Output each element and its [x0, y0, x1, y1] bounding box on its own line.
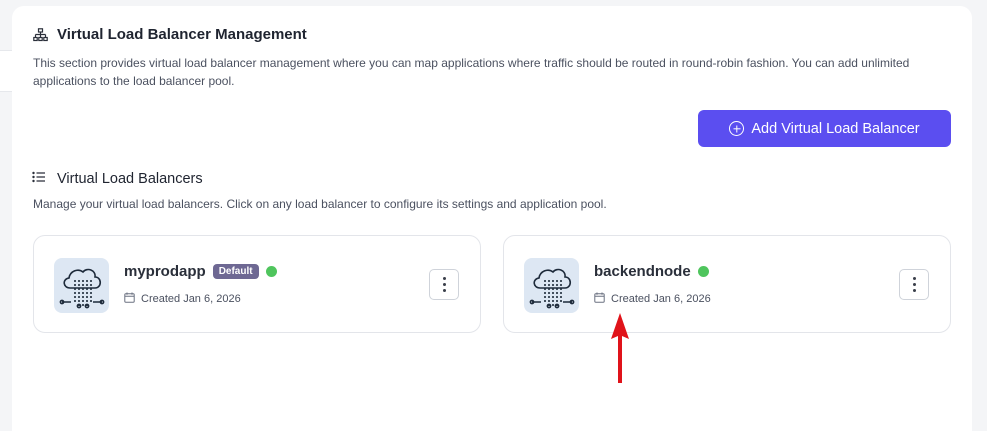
load-balancer-panel: Virtual Load Balancer Management This se… — [12, 6, 972, 431]
list-header: Virtual Load Balancers — [32, 170, 203, 188]
load-balancer-card[interactable]: backendnode Created Jan 6, 2026 — [503, 235, 951, 333]
more-vertical-icon-dot — [442, 289, 446, 292]
balancer-name: myprodapp — [124, 263, 206, 280]
card-name-row: myprodapp Default — [124, 263, 277, 280]
annotation-arrow-icon — [611, 313, 629, 383]
plus-circle-icon — [729, 121, 745, 136]
section-description: This section provides virtual load balan… — [33, 56, 910, 88]
section-header: Virtual Load Balancer Management — [32, 26, 307, 43]
load-balancer-card[interactable]: myprodapp Default Created Jan 6, 2026 — [33, 235, 481, 333]
list-icon — [32, 170, 46, 188]
created-date-text: Created Jan 6, 2026 — [611, 293, 711, 305]
balancer-name: backendnode — [594, 263, 691, 280]
cloud-network-icon — [54, 258, 109, 313]
created-date-text: Created Jan 6, 2026 — [141, 293, 241, 305]
sitemap-icon — [32, 27, 48, 43]
add-virtual-load-balancer-button[interactable]: Add Virtual Load Balancer — [698, 110, 951, 147]
more-vertical-icon-dot — [912, 283, 916, 286]
list-description: Manage your virtual load balancers. Clic… — [33, 197, 607, 211]
more-vertical-icon-dot — [912, 289, 916, 292]
calendar-icon — [124, 292, 135, 306]
created-date: Created Jan 6, 2026 — [124, 292, 241, 306]
section-title: Virtual Load Balancer Management — [57, 26, 307, 43]
background-strip — [0, 50, 12, 92]
more-vertical-icon — [912, 277, 916, 280]
default-badge: Default — [212, 264, 259, 279]
more-vertical-icon — [442, 277, 446, 280]
more-options-button[interactable] — [429, 269, 459, 300]
cloud-network-icon — [524, 258, 579, 313]
status-indicator — [265, 266, 277, 277]
card-name-row: backendnode — [594, 263, 709, 280]
more-vertical-icon-dot — [442, 283, 446, 286]
list-title: Virtual Load Balancers — [57, 171, 203, 187]
calendar-icon — [594, 292, 605, 306]
status-indicator — [697, 266, 709, 277]
more-options-button[interactable] — [899, 269, 929, 300]
created-date: Created Jan 6, 2026 — [594, 292, 711, 306]
add-button-label: Add Virtual Load Balancer — [751, 120, 920, 137]
